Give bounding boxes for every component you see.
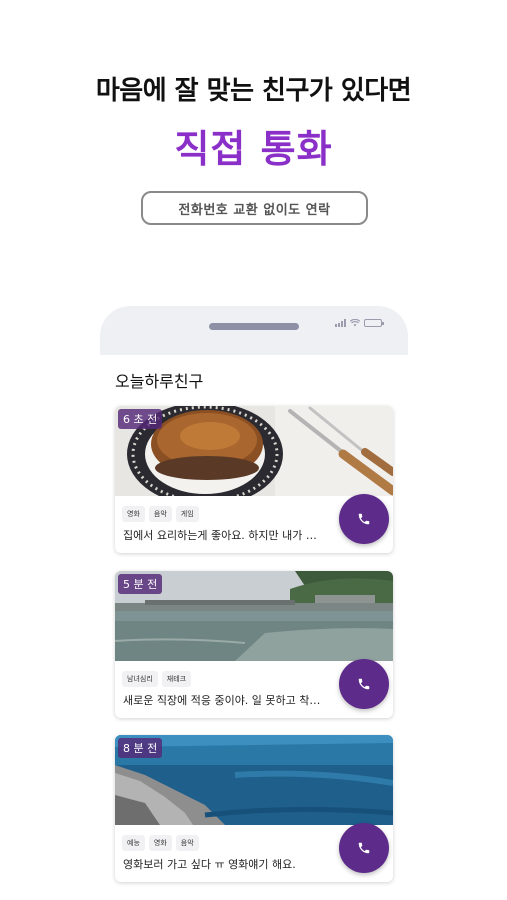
bagel-on-plate-photo: 6 초 전 [115,406,393,496]
signal-icon [335,319,346,327]
promo-headline: 마음에 잘 맞는 친구가 있다면 [95,76,412,106]
promo-pill: 전화번호 교환 없이도 연락 [141,191,368,225]
rocky-coast-sea-photo: 8 분 전 [115,735,393,825]
phone-icon [358,678,370,690]
wifi-icon [350,319,360,327]
tag-list: 예능 영화 음악 [122,835,199,851]
phone-icon [358,842,370,854]
interest-tag: 재테크 [161,671,192,687]
phone-icon [358,513,370,525]
phone-notch [209,323,299,330]
status-icons [335,319,384,327]
card-message: 새로운 직장에 적응 중이야. 일 못하고 착… [123,694,321,707]
interest-tag: 게임 [175,506,199,522]
interest-tag: 음악 [148,506,172,522]
friend-card[interactable]: 6 초 전 영화 음악 게임 집에서 요리하는게 좋아요. 하지만 내가 … [115,406,393,553]
harbor-sea-photo: 5 분 전 [115,571,393,661]
phone-status-bar [100,306,408,355]
section-title: 오늘하루친구 [115,372,204,391]
time-badge: 5 분 전 [118,574,163,594]
call-button[interactable] [339,494,389,544]
friend-card[interactable]: 5 분 전 남녀심리 재테크 새로운 직장에 적응 중이야. 일 못하고 착… [115,571,393,718]
time-badge: 6 초 전 [118,409,163,429]
card-message: 영화보러 가고 싶다 ㅠ 영화얘기 해요. [123,858,296,871]
promo-title: 직접 통화 [174,127,333,171]
interest-tag: 남녀심리 [122,671,158,687]
tag-list: 영화 음악 게임 [122,506,199,522]
interest-tag: 영화 [148,835,172,851]
interest-tag: 예능 [122,835,145,851]
card-message: 집에서 요리하는게 좋아요. 하지만 내가 … [123,529,317,542]
call-button[interactable] [339,659,389,709]
interest-tag: 영화 [122,506,145,522]
call-button[interactable] [339,823,389,873]
battery-icon [364,319,384,327]
friend-card[interactable]: 8 분 전 예능 영화 음악 영화보러 가고 싶다 ㅠ 영화얘기 해요. [115,735,393,882]
tag-list: 남녀심리 재테크 [122,671,192,687]
phone-mockup: 오늘하루친구 6 초 전 영화 음악 게임 집에서 요리하는게 좋아요. 하지만… [100,306,408,900]
interest-tag: 음악 [175,835,199,851]
time-badge: 8 분 전 [118,738,163,758]
